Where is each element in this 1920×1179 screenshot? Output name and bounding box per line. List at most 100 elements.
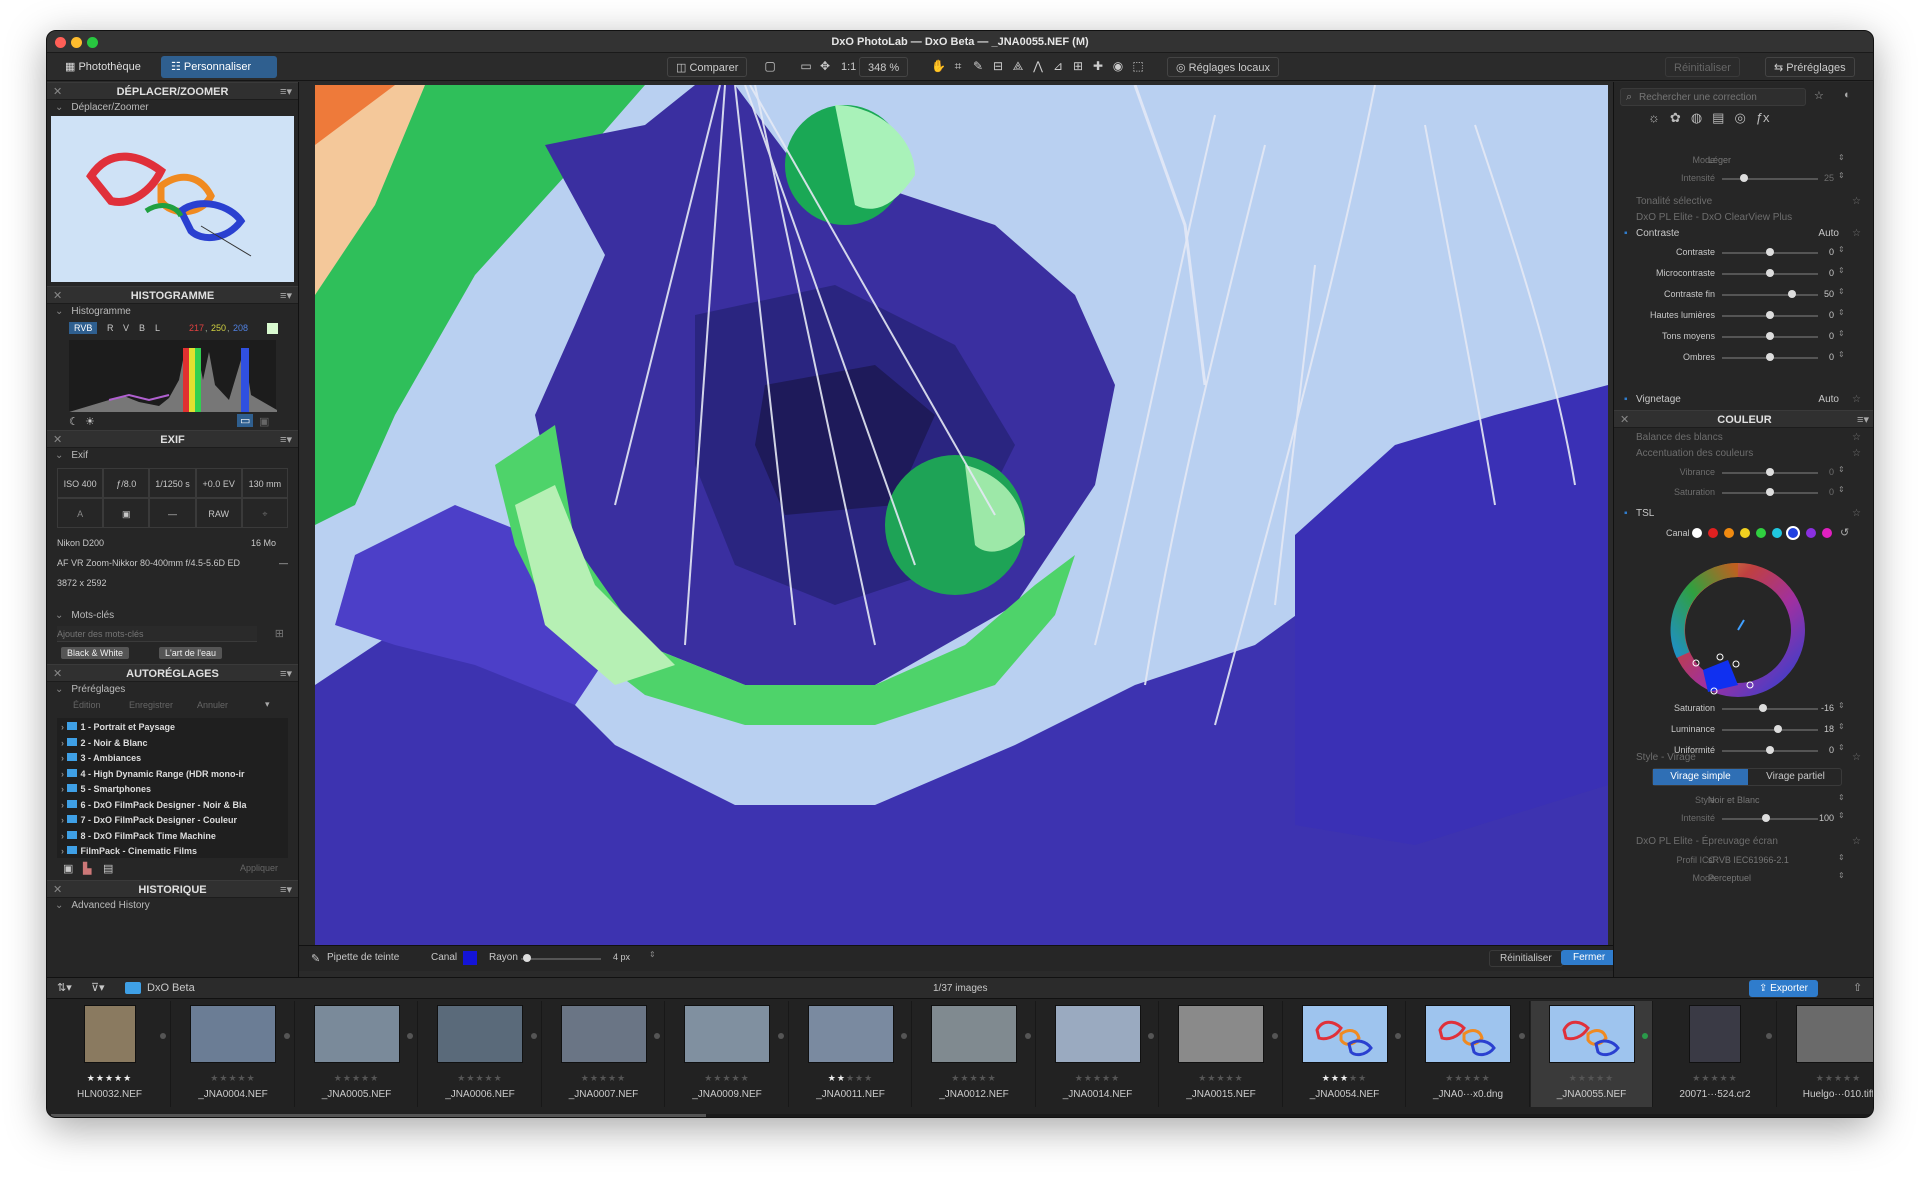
viewer-reset-button[interactable]: Réinitialiser (1489, 950, 1563, 967)
star-icon[interactable]: ★ (1825, 1073, 1834, 1083)
rating-stars[interactable]: ★★★★★ (1778, 1073, 1873, 1084)
close-icon[interactable]: ✕ (53, 665, 62, 683)
star-icon[interactable]: ★ (1084, 1073, 1093, 1083)
color-wheel[interactable] (1668, 560, 1808, 700)
menu-icon[interactable]: ≡▾ (280, 881, 292, 899)
close-icon[interactable]: ✕ (1620, 411, 1629, 429)
rating-stars[interactable]: ★★★★★ (420, 1073, 541, 1084)
star-icon[interactable]: ★ (1578, 1073, 1587, 1083)
filmstrip-item[interactable]: ★★★★★ 20071···524.cr2 (1655, 1001, 1777, 1107)
dropdown-icon[interactable]: ⇕ (1838, 854, 1845, 862)
stepper-icon[interactable]: ⇕ (1838, 172, 1845, 180)
star-icon[interactable]: ★ (361, 1073, 370, 1083)
horizon-icon[interactable]: ⊟ (991, 59, 1005, 73)
moon-icon[interactable]: ☾ (69, 415, 79, 428)
preset-folder-item[interactable]: › 5 - Smartphones (61, 784, 151, 798)
viewer-close-button[interactable]: Fermer (1561, 950, 1618, 965)
rating-stars[interactable]: ★★★★★ (173, 1073, 294, 1084)
stepper-icon[interactable]: ⇕ (1838, 267, 1845, 275)
eyedropper-icon[interactable]: ✎ (311, 952, 320, 965)
tab-customize[interactable]: ☷ Personnaliser (161, 56, 277, 78)
repair-icon[interactable]: ✚ (1091, 59, 1105, 73)
share-icon[interactable]: ⇧ (1853, 981, 1862, 994)
stepper-icon[interactable]: ⇕ (1838, 288, 1845, 296)
channel-purple-dot[interactable] (1806, 528, 1816, 538)
image-viewer[interactable] (315, 85, 1608, 945)
star-icon[interactable]: ★ (988, 1073, 997, 1083)
close-icon[interactable]: ✕ (53, 83, 62, 101)
channel-green-dot[interactable] (1756, 528, 1766, 538)
star-icon[interactable]: ★ (87, 1073, 96, 1083)
hand-icon[interactable]: ✋ (931, 59, 946, 73)
toggle-icon[interactable]: ◐ (1844, 89, 1851, 101)
star-icon[interactable]: ★ (457, 1073, 466, 1083)
menu-icon[interactable]: ≡▾ (1857, 411, 1869, 429)
star-icon[interactable]: ★ (1720, 1073, 1729, 1083)
exif-subheader[interactable]: ⌄ Exif (47, 448, 298, 464)
close-icon[interactable]: ✕ (53, 881, 62, 899)
star-icon[interactable]: ★ (1093, 1073, 1102, 1083)
export-button[interactable]: ⇪ Exporter (1749, 980, 1818, 997)
rating-stars[interactable]: ★★★★★ (1408, 1073, 1529, 1084)
star-icon[interactable]: ★ (105, 1073, 114, 1083)
rating-stars[interactable]: ★★★★★ (914, 1073, 1035, 1084)
star-icon[interactable]: ☆ (1852, 508, 1861, 519)
search-input[interactable] (1639, 90, 1799, 104)
stepper-icon[interactable]: ⇕ (1838, 246, 1845, 254)
rating-stars[interactable]: ★★★★★ (296, 1073, 417, 1084)
zoom-select[interactable]: 348 % (859, 57, 909, 77)
star-icon[interactable]: ★ (1596, 1073, 1605, 1083)
preview-icon[interactable]: ▣ (63, 862, 73, 875)
light-tab-icon[interactable]: ☼ (1648, 110, 1660, 132)
star-icon[interactable]: ★ (334, 1073, 343, 1083)
toning-partial-button[interactable]: Virage partiel (1748, 769, 1843, 785)
channel-blue-dot[interactable] (1786, 526, 1800, 540)
preset-folder-item[interactable]: › 3 - Ambiances (61, 753, 141, 767)
highlights-knob[interactable] (1766, 311, 1774, 319)
clearview-section[interactable]: DxO PL Elite - DxO ClearView Plus (1614, 210, 1873, 226)
history-subheader[interactable]: ⌄ Advanced History (47, 898, 298, 914)
stepper-icon[interactable]: ⇕ (1838, 486, 1845, 494)
star-icon[interactable]: ★ (96, 1073, 105, 1083)
mask-icon[interactable]: ⬚ (1131, 59, 1145, 73)
color-tab-icon[interactable]: ✿ (1670, 110, 1681, 132)
fit-icon[interactable]: ▭ (799, 59, 813, 73)
menu-icon[interactable]: ≡▾ (280, 431, 292, 449)
star-icon[interactable]: ★ (1216, 1073, 1225, 1083)
star-icon[interactable]: ★ (722, 1073, 731, 1083)
star-icon[interactable]: ★ (1729, 1073, 1738, 1083)
star-icon[interactable]: ★ (1482, 1073, 1491, 1083)
print-icon[interactable]: ▣ (259, 415, 269, 428)
star-icon[interactable]: ☆ (1852, 448, 1861, 459)
saturation-knob[interactable] (1766, 488, 1774, 496)
star-icon[interactable]: ★ (581, 1073, 590, 1083)
channel-magenta-dot[interactable] (1822, 528, 1832, 538)
star-icon[interactable]: ★ (1852, 1073, 1861, 1083)
stepper-icon[interactable]: ⇕ (1838, 812, 1845, 820)
star-icon[interactable]: ★ (608, 1073, 617, 1083)
star-icon[interactable]: ★ (1843, 1073, 1852, 1083)
color-accent-section[interactable]: Accentuation des couleurs ☆ (1614, 446, 1873, 462)
rating-stars[interactable]: ★★★★★ (1037, 1073, 1158, 1084)
shadows-knob[interactable] (1766, 353, 1774, 361)
keyword-list-icon[interactable]: ⊞ (275, 627, 284, 640)
radius-knob[interactable] (523, 954, 531, 962)
star-icon[interactable]: ★ (599, 1073, 608, 1083)
filmstrip-item[interactable]: ★★★★★ HLN0032.NEF (49, 1001, 171, 1107)
ruler-icon[interactable]: ⊿ (1051, 59, 1065, 73)
mode-select[interactable]: Léger (1708, 155, 1731, 165)
vibrance-knob[interactable] (1766, 468, 1774, 476)
filmstrip-item[interactable]: ★★★★★ _JNA0004.NEF (173, 1001, 295, 1107)
stepper-icon[interactable]: ⇕ (649, 950, 656, 959)
menu-icon[interactable]: ≡▾ (280, 665, 292, 683)
hsl-section[interactable]: ▪ TSL ☆ (1614, 506, 1873, 522)
star-icon[interactable]: ★ (1692, 1073, 1701, 1083)
filmstrip-item[interactable]: ★★★★★ Huelgo···010.tiff (1778, 1001, 1873, 1107)
crop-icon[interactable]: ⌗ (951, 59, 965, 73)
star-icon[interactable]: ★ (1473, 1073, 1482, 1083)
star-icon[interactable]: ★ (228, 1073, 237, 1083)
rating-stars[interactable]: ★★★★★ (543, 1073, 664, 1084)
star-icon[interactable]: ★ (828, 1073, 837, 1083)
star-icon[interactable]: ★ (1349, 1073, 1358, 1083)
filmstrip-item[interactable]: ★★★★★ _JNA0005.NEF (296, 1001, 418, 1107)
